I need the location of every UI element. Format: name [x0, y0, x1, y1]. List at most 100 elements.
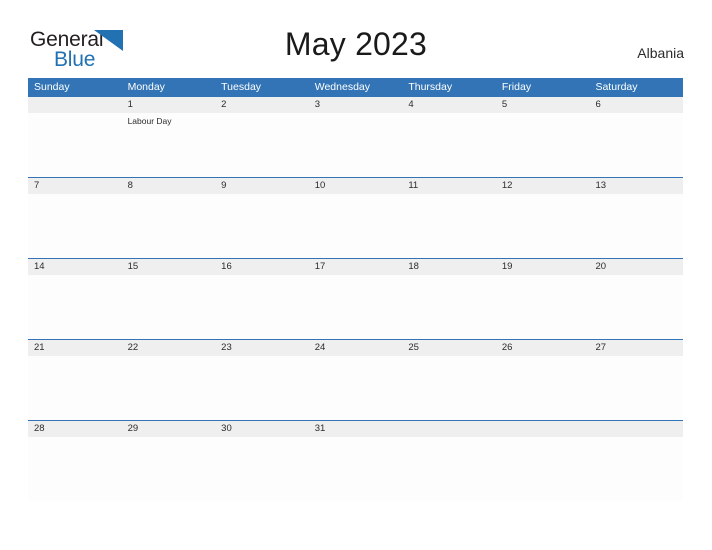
- calendar-week-row: 1 2 3 4 5 6 Labour Day: [28, 97, 683, 177]
- day-number[interactable]: 17: [309, 259, 403, 275]
- calendar-week-row: 28 29 30 31: [28, 420, 683, 501]
- day-number[interactable]: 11: [402, 178, 496, 194]
- day-events-cell: [309, 194, 403, 258]
- day-events-cell: [496, 275, 590, 339]
- day-events-cell: [589, 194, 683, 258]
- calendar-grid: Sunday Monday Tuesday Wednesday Thursday…: [28, 78, 683, 501]
- day-number[interactable]: 9: [215, 178, 309, 194]
- weekday-header-sunday: Sunday: [34, 81, 70, 93]
- day-events-cell: [589, 356, 683, 420]
- day-events-cell: [496, 113, 590, 177]
- week-date-band: 123456: [28, 97, 683, 113]
- day-number[interactable]: 31: [309, 421, 403, 437]
- week-date-band: 28 29 30 31: [28, 421, 683, 437]
- week-event-band: [28, 437, 683, 501]
- day-events-cell: [122, 275, 216, 339]
- day-events-cell: [496, 194, 590, 258]
- calendar-week-row: 7 8 9 10 11 12 13: [28, 177, 683, 258]
- day-number[interactable]: 15: [122, 259, 216, 275]
- week-date-band: 21 22 23 24 25 26 27: [28, 340, 683, 356]
- day-number[interactable]: 22: [122, 340, 216, 356]
- day-events-cell: [402, 113, 496, 177]
- day-events-cell: [28, 275, 122, 339]
- day-number[interactable]: 20: [589, 259, 683, 275]
- day-events-cell: [309, 356, 403, 420]
- day-events-cell: [496, 356, 590, 420]
- calendar-week-row: 21 22 23 24 25 26 27: [28, 339, 683, 420]
- day-number[interactable]: 4: [402, 97, 496, 113]
- day-number[interactable]: 5: [496, 97, 590, 113]
- day-events-cell: [589, 275, 683, 339]
- day-events-cell: [28, 437, 122, 501]
- day-events-cell: [589, 113, 683, 177]
- day-events-cell: [215, 113, 309, 177]
- week-date-band: 7 8 9 10 11 12 13: [28, 178, 683, 194]
- day-events-cell: [402, 275, 496, 339]
- day-number: [589, 421, 683, 437]
- day-events-cell: [215, 437, 309, 501]
- day-events-cell: [309, 275, 403, 339]
- day-number[interactable]: 2: [215, 97, 309, 113]
- calendar-page: General Blue May 2023 Albania Sunday Mon…: [0, 0, 712, 550]
- day-number[interactable]: 23: [215, 340, 309, 356]
- weekday-header-tuesday: Tuesday: [221, 81, 262, 93]
- day-number[interactable]: 14: [28, 259, 122, 275]
- day-number[interactable]: 21: [28, 340, 122, 356]
- weekday-header-wednesday: Wednesday: [314, 81, 370, 93]
- day-events-cell: [402, 194, 496, 258]
- day-number[interactable]: 24: [309, 340, 403, 356]
- day-number[interactable]: 25: [402, 340, 496, 356]
- day-events-cell: [215, 356, 309, 420]
- day-events-cell: [28, 113, 122, 177]
- day-number[interactable]: 16: [215, 259, 309, 275]
- day-number: [28, 97, 122, 113]
- day-events-cell: [589, 437, 683, 501]
- day-number[interactable]: 13: [589, 178, 683, 194]
- day-number: [496, 421, 590, 437]
- day-number[interactable]: 7: [28, 178, 122, 194]
- day-number: [402, 421, 496, 437]
- calendar-week-row: 14 15 16 17 18 19 20: [28, 258, 683, 339]
- day-events-cell: [402, 437, 496, 501]
- day-number[interactable]: 1: [122, 97, 216, 113]
- day-events-cell: [215, 194, 309, 258]
- day-number[interactable]: 29: [122, 421, 216, 437]
- country-label: Albania: [637, 45, 684, 61]
- holiday-label: Labour Day: [127, 116, 172, 126]
- week-event-band: [28, 275, 683, 339]
- day-events-cell: Labour Day: [122, 113, 216, 177]
- week-event-band: Labour Day: [28, 113, 683, 177]
- page-title: May 2023: [284, 26, 428, 62]
- day-events-cell: [28, 356, 122, 420]
- day-number[interactable]: 26: [496, 340, 590, 356]
- day-events-cell: [215, 275, 309, 339]
- day-number[interactable]: 3: [309, 97, 403, 113]
- day-number[interactable]: 8: [122, 178, 216, 194]
- day-number[interactable]: 27: [589, 340, 683, 356]
- day-number[interactable]: 18: [402, 259, 496, 275]
- day-events-cell: [28, 194, 122, 258]
- week-date-band: 14 15 16 17 18 19 20: [28, 259, 683, 275]
- day-number[interactable]: 12: [496, 178, 590, 194]
- day-number[interactable]: 6: [589, 97, 683, 113]
- day-events-cell: [496, 437, 590, 501]
- day-number[interactable]: 30: [215, 421, 309, 437]
- weekday-header-thursday: Thursday: [408, 81, 453, 93]
- day-number[interactable]: 19: [496, 259, 590, 275]
- day-events-cell: [309, 113, 403, 177]
- weekday-header-saturday: Saturday: [595, 81, 638, 93]
- day-events-cell: [122, 356, 216, 420]
- day-events-cell: [402, 356, 496, 420]
- day-number[interactable]: 28: [28, 421, 122, 437]
- weekday-header-monday: Monday: [127, 81, 165, 93]
- day-events-cell: [122, 437, 216, 501]
- day-events-cell: [309, 437, 403, 501]
- page-header: General Blue May 2023 Albania: [0, 0, 712, 76]
- week-event-band: [28, 194, 683, 258]
- week-event-band: [28, 356, 683, 420]
- day-number[interactable]: 10: [309, 178, 403, 194]
- weekday-header-row: Sunday Monday Tuesday Wednesday Thursday…: [28, 78, 683, 97]
- weekday-header-friday: Friday: [501, 81, 532, 93]
- day-events-cell: [122, 194, 216, 258]
- calendar-weeks: 1 2 3 4 5 6 Labour Day 7 8 9 10 11 12 13 14 15 16 17 18 19 2…: [28, 97, 683, 501]
